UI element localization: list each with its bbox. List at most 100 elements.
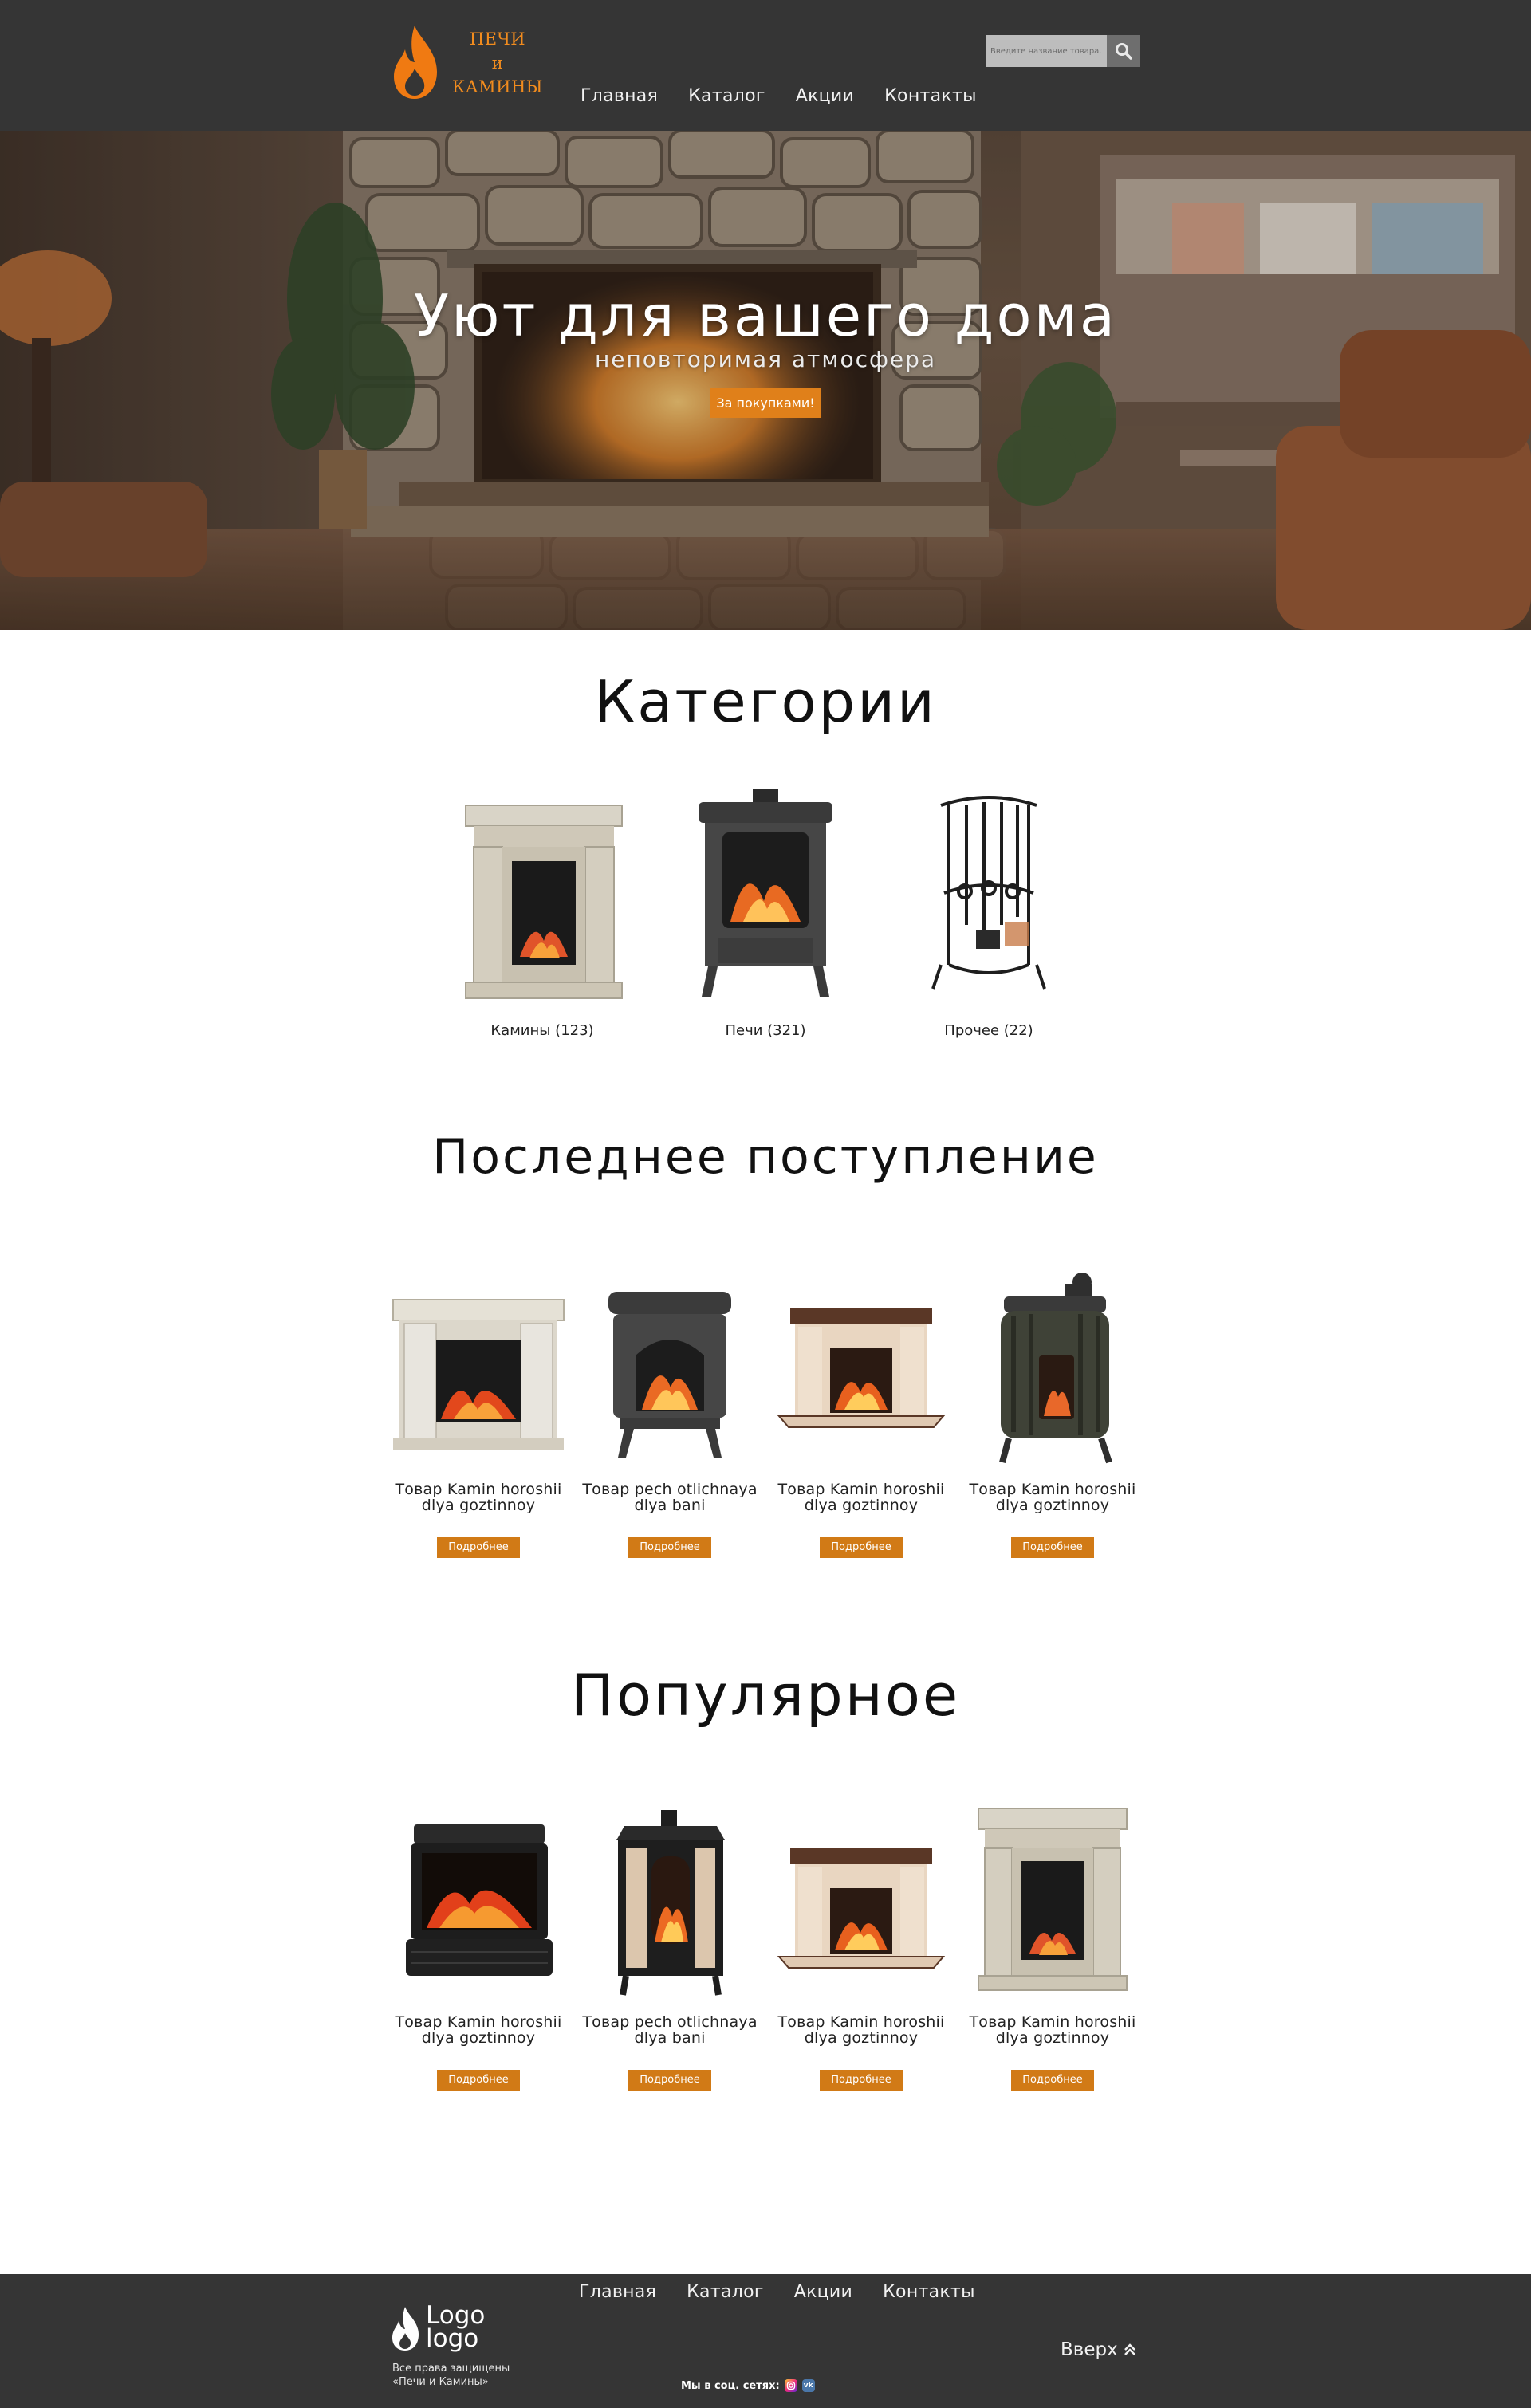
- product-name-line: Товар Kamin horoshii: [395, 2013, 562, 2031]
- main-nav: Главная Каталог Акции Контакты: [581, 86, 977, 106]
- product-name[interactable]: Товар Kamin horoshii dlya goztinnoy: [961, 2014, 1144, 2062]
- product-name-line: dlya goztinnoy: [804, 2029, 919, 2047]
- stove-image: [670, 781, 861, 1013]
- flame-icon: [394, 26, 437, 99]
- product-name-line: dlya goztinnoy: [995, 2029, 1110, 2047]
- product-card: Товар Kamin horoshii dlya goztinnoy Подр…: [769, 1800, 953, 2091]
- details-button[interactable]: Подробнее: [820, 2070, 903, 2091]
- site-header: ПЕЧИ и КАМИНЫ Главная Каталог Акции Конт…: [0, 0, 1531, 131]
- product-name-line: Товар pech otlichnaya: [582, 2013, 758, 2031]
- product-name-line: Товар Kamin horoshii: [395, 1481, 562, 1498]
- product-card: Товар Kamin horoshii dlya goztinnoy Подр…: [387, 1800, 570, 2091]
- logo-line-2: и: [491, 53, 504, 73]
- product-name-line: Товар pech otlichnaya: [582, 1481, 758, 1498]
- search-box: [986, 35, 1140, 67]
- product-card: Товар Kamin horoshii dlya goztinnoy Подр…: [769, 1268, 953, 1558]
- product-name-line: Товар Kamin horoshii: [969, 2013, 1136, 2031]
- product-name-line: dlya goztinnoy: [995, 1497, 1110, 1514]
- product-name[interactable]: Товар Kamin horoshii dlya goztinnoy: [387, 1481, 570, 1529]
- product-name-line: dlya bani: [634, 1497, 706, 1514]
- product-name-line: Товар Kamin horoshii: [777, 1481, 945, 1498]
- footer-logo-text: Logo logo: [426, 2304, 485, 2351]
- product-name[interactable]: Товар pech otlichnaya dlya bani: [578, 1481, 762, 1529]
- details-button[interactable]: Подробнее: [820, 1537, 903, 1558]
- product-image[interactable]: [387, 1268, 570, 1475]
- product-name[interactable]: Товар Kamin horoshii dlya goztinnoy: [769, 2014, 953, 2062]
- logo-line-1: ПЕЧИ: [469, 30, 526, 49]
- product-name[interactable]: Товар Kamin horoshii dlya goztinnoy: [387, 2014, 570, 2062]
- product-name-line: dlya bani: [634, 2029, 706, 2047]
- categories-title: Категории: [594, 668, 937, 735]
- vk-icon[interactable]: vk: [801, 2379, 815, 2392]
- category-fireplaces[interactable]: Камины (123): [447, 781, 638, 1039]
- shop-now-button[interactable]: За покупками!: [710, 388, 821, 418]
- hero-subtitle: неповторимая атмосфера: [594, 346, 937, 372]
- details-button[interactable]: Подробнее: [628, 1537, 711, 1558]
- category-label[interactable]: Камины (123): [447, 1022, 638, 1039]
- double-chevron-up-icon: [1124, 2343, 1135, 2355]
- copyright-line: «Печи и Камины»: [392, 2376, 489, 2388]
- hero-title: Уют для вашего дома: [413, 282, 1118, 349]
- product-name-line: dlya goztinnoy: [421, 2029, 536, 2047]
- product-image[interactable]: [387, 1800, 570, 2008]
- details-button[interactable]: Подробнее: [437, 2070, 520, 2091]
- product-image[interactable]: [961, 1268, 1144, 1475]
- product-image[interactable]: [578, 1268, 762, 1475]
- site-footer: Главная Каталог Акции Контакты Logo logo…: [0, 2274, 1531, 2408]
- footer-logo[interactable]: Logo logo: [391, 2304, 518, 2352]
- product-name-line: Товар Kamin horoshii: [777, 2013, 945, 2031]
- nav-home[interactable]: Главная: [581, 86, 658, 106]
- logo-line-3: КАМИНЫ: [452, 77, 543, 96]
- nav-promotions[interactable]: Акции: [796, 86, 854, 106]
- product-name-line: dlya goztinnoy: [804, 1497, 919, 1514]
- product-card: Товар pech otlichnaya dlya bani Подробне…: [578, 1268, 762, 1558]
- product-name[interactable]: Товар Kamin horoshii dlya goztinnoy: [769, 1481, 953, 1529]
- latest-title: Последнее поступление: [432, 1129, 1099, 1185]
- back-to-top-label: Вверх: [1061, 2339, 1118, 2360]
- fireplace-image: [447, 781, 638, 1013]
- search-button[interactable]: [1107, 35, 1140, 67]
- footer-logo-line: logo: [426, 2324, 479, 2353]
- product-card: Товар Kamin horoshii dlya goztinnoy Подр…: [961, 1268, 1144, 1558]
- site-logo[interactable]: ПЕЧИ и КАМИНЫ: [391, 24, 542, 100]
- instagram-icon[interactable]: [784, 2379, 797, 2392]
- footer-nav-home[interactable]: Главная: [579, 2282, 656, 2302]
- details-button[interactable]: Подробнее: [1011, 2070, 1094, 2091]
- details-button[interactable]: Подробнее: [437, 1537, 520, 1558]
- product-name-line: dlya goztinnoy: [421, 1497, 536, 1514]
- footer-nav-contacts[interactable]: Контакты: [883, 2282, 975, 2302]
- product-card: Товар pech otlichnaya dlya bani Подробне…: [578, 1800, 762, 2091]
- footer-nav: Главная Каталог Акции Контакты: [579, 2282, 975, 2302]
- product-image[interactable]: [769, 1800, 953, 2008]
- nav-catalog[interactable]: Каталог: [688, 86, 766, 106]
- flame-icon: [392, 2307, 419, 2351]
- copyright-line: Все права защищены: [392, 2363, 510, 2375]
- search-input[interactable]: [986, 35, 1107, 67]
- details-button[interactable]: Подробнее: [1011, 1537, 1094, 1558]
- product-name-line: Товар Kamin horoshii: [969, 1481, 1136, 1498]
- category-other[interactable]: Прочее (22): [893, 781, 1084, 1039]
- product-name[interactable]: Товар Kamin horoshii dlya goztinnoy: [961, 1481, 1144, 1529]
- category-label[interactable]: Печи (321): [670, 1022, 861, 1039]
- social-links: Мы в соц. сетях: vk: [681, 2379, 815, 2392]
- product-image[interactable]: [769, 1268, 953, 1475]
- logo-text: ПЕЧИ и КАМИНЫ: [450, 27, 545, 99]
- back-to-top-link[interactable]: Вверх: [1061, 2339, 1137, 2360]
- copyright-text: Все права защищены «Печи и Камины»: [392, 2362, 510, 2389]
- category-label[interactable]: Прочее (22): [893, 1022, 1084, 1039]
- fireplace-tools-image: [893, 781, 1084, 1013]
- hero-background-image: [0, 131, 1531, 630]
- product-card: Товар Kamin horoshii dlya goztinnoy Подр…: [387, 1268, 570, 1558]
- footer-nav-catalog[interactable]: Каталог: [687, 2282, 764, 2302]
- details-button[interactable]: Подробнее: [628, 2070, 711, 2091]
- socials-label: Мы в соц. сетях:: [681, 2379, 780, 2392]
- nav-contacts[interactable]: Контакты: [884, 86, 977, 106]
- product-image[interactable]: [961, 1800, 1144, 2008]
- category-stoves[interactable]: Печи (321): [670, 781, 861, 1039]
- product-name[interactable]: Товар pech otlichnaya dlya bani: [578, 2014, 762, 2062]
- product-image[interactable]: [578, 1800, 762, 2008]
- popular-title: Популярное: [570, 1662, 961, 1729]
- footer-nav-promotions[interactable]: Акции: [794, 2282, 852, 2302]
- product-card: Товар Kamin horoshii dlya goztinnoy Подр…: [961, 1800, 1144, 2091]
- search-icon: [1116, 43, 1132, 60]
